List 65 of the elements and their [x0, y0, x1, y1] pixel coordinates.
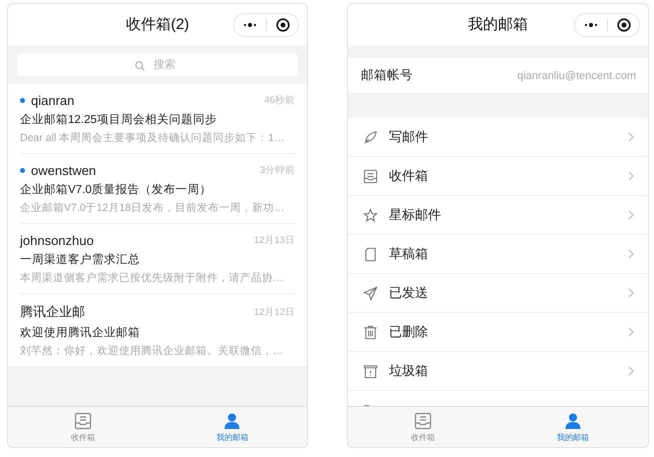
message-preview: Dear all 本周周会主要事项及待确认问题同步如下：1…	[20, 131, 286, 145]
person-icon	[223, 412, 242, 430]
account-email: qianranliu@tencent.com	[517, 70, 636, 82]
message-time: 12月13日	[254, 234, 295, 247]
chevron-right-icon	[628, 210, 634, 220]
sender-name: owenstwen	[31, 163, 98, 178]
bin-icon	[363, 364, 378, 378]
tab[interactable]: 我的邮箱	[158, 407, 307, 447]
screen-title: 我的邮箱	[468, 15, 528, 34]
folder-row[interactable]: 已删除	[348, 313, 648, 352]
search-field[interactable]: 搜索	[17, 54, 298, 76]
message-item[interactable]: owenstwen 3分钟前 企业邮箱V7.0质量报告（发布一周） 企业邮箱V7.0于12月18日发布，目前发布一周，新功…	[20, 154, 295, 224]
message-subject: 欢迎使用腾讯企业邮箱	[20, 325, 141, 340]
close-target-icon[interactable]	[276, 18, 290, 32]
star-icon	[363, 208, 378, 222]
screen-title: 收件箱(2)	[126, 15, 190, 34]
sender-name: qianran	[31, 93, 76, 108]
chevron-right-icon	[628, 288, 634, 298]
folder-row[interactable]: 草稿箱	[348, 235, 648, 274]
account-label: 邮箱帐号	[361, 67, 414, 84]
capsule-menu[interactable]	[574, 13, 640, 37]
chevron-right-icon	[628, 171, 634, 181]
chevron-right-icon	[628, 249, 634, 259]
message-preview: 刘芊然：你好，欢迎使用腾讯企业邮箱。关联微信，…	[20, 344, 284, 358]
more-icon[interactable]	[243, 22, 257, 28]
message-time: 3分钟前	[260, 164, 295, 177]
folder-label: 已发送	[389, 284, 429, 302]
folder-row[interactable]: 垃圾箱	[348, 352, 648, 391]
tab[interactable]: 我的邮箱	[498, 407, 648, 447]
folder-label: 草稿箱	[389, 245, 429, 263]
message-preview: 企业邮箱V7.0于12月18日发布，目前发布一周，新功…	[20, 201, 286, 215]
chevron-right-icon	[628, 132, 634, 142]
message-item[interactable]: johnsonzhuo 12月13日 一周渠道客户需求汇总 本周渠道侧客户需求已按优先级附于附件，请产品协…	[20, 224, 295, 294]
folder-row[interactable]: 星标邮件	[348, 196, 648, 235]
message-time: 46秒前	[264, 94, 295, 107]
inbox-icon	[414, 412, 432, 430]
folder-row[interactable]: 已发送	[348, 274, 648, 313]
folder-label: 收件箱	[389, 167, 429, 185]
paper-plane-icon	[363, 286, 378, 300]
folder-label: 星标邮件	[389, 206, 442, 224]
document-icon	[363, 246, 378, 262]
message-subject: 企业邮箱12.25项目周会相关问题同步	[20, 112, 218, 127]
message-preview: 本周渠道侧客户需求已按优先级附于附件，请产品协…	[20, 271, 284, 285]
folder-row[interactable]: 收件箱	[348, 157, 648, 196]
folder-row[interactable]: 写邮件	[348, 118, 648, 157]
person-icon	[564, 412, 582, 430]
chevron-right-icon	[628, 366, 634, 376]
feather-icon	[363, 130, 378, 144]
close-target-icon[interactable]	[616, 18, 630, 32]
chevron-right-icon	[628, 327, 634, 337]
inbox-icon	[74, 412, 92, 430]
trash-icon	[363, 324, 378, 340]
sender-name: johnsonzhuo	[20, 233, 95, 248]
inbox-icon	[363, 168, 378, 184]
message-subject: 一周渠道客户需求汇总	[20, 252, 141, 267]
capsule-menu[interactable]	[233, 13, 299, 37]
more-icon[interactable]	[584, 22, 598, 28]
sender-name: 腾讯企业邮	[20, 303, 86, 321]
folder-label: 垃圾箱	[389, 362, 429, 380]
folder-label: 写邮件	[389, 128, 429, 146]
message-time: 12月12日	[254, 306, 295, 318]
message-item[interactable]: qianran 46秒前 企业邮箱12.25项目周会相关问题同步 Dear all 本周周会主要事项及待确认问题同步如下：1…	[20, 84, 295, 154]
message-item[interactable]: 腾讯企业邮 12月12日 欢迎使用腾讯企业邮箱 刘芊然：你好，欢迎使用腾讯企业邮箱。关联微信，…	[20, 294, 295, 366]
folder-label: 已删除	[389, 323, 429, 341]
message-subject: 企业邮箱V7.0质量报告（发布一周）	[20, 182, 213, 197]
